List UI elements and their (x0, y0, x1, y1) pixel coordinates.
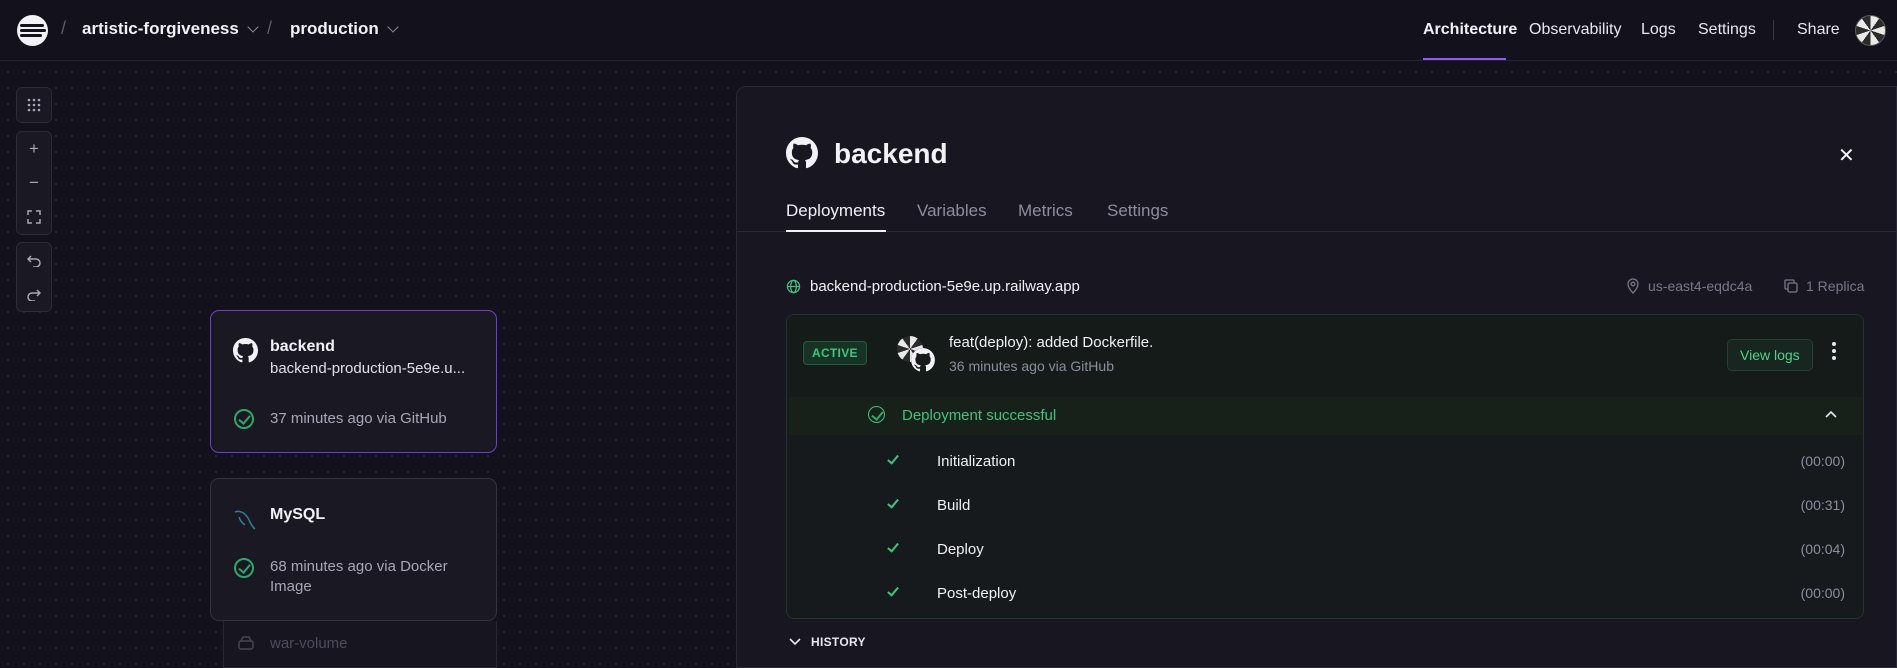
chevron-down-icon (789, 638, 801, 646)
step-duration: (00:00) (1800, 585, 1845, 601)
breadcrumb-separator: / (61, 18, 67, 38)
check-icon (887, 452, 899, 465)
service-name: MySQL (270, 506, 326, 523)
history-label: HISTORY (811, 635, 866, 649)
more-options-icon[interactable] (1832, 342, 1836, 363)
tab-metrics[interactable]: Metrics (1018, 201, 1073, 221)
step-name: Post-deploy (937, 585, 1017, 602)
copy-icon (1784, 279, 1798, 293)
region-info: us-east4-eqdc4a (1626, 278, 1752, 294)
deploy-step: Post-deploy (00:00) (787, 573, 1863, 617)
deploy-step: Build (00:31) (787, 485, 1863, 529)
zoom-out-button[interactable]: − (17, 166, 51, 200)
region-text: us-east4-eqdc4a (1648, 278, 1753, 294)
mysql-icon (234, 510, 256, 530)
success-check-icon (868, 406, 885, 423)
railway-logo-icon[interactable] (17, 15, 48, 46)
close-icon[interactable]: ✕ (1838, 143, 1855, 168)
nav-architecture[interactable]: Architecture (1423, 21, 1517, 39)
tab-settings[interactable]: Settings (1107, 201, 1168, 221)
zoom-in-button[interactable]: + (17, 132, 51, 166)
deployment-status: Deployment successful (902, 407, 1057, 424)
globe-icon (786, 279, 801, 294)
step-name: Initialization (937, 453, 1016, 470)
step-duration: (00:31) (1800, 497, 1845, 513)
nav-settings[interactable]: Settings (1698, 21, 1756, 39)
tab-variables[interactable]: Variables (917, 201, 987, 221)
step-duration: (00:00) (1800, 453, 1845, 469)
nav-logs[interactable]: Logs (1641, 21, 1676, 39)
replica-text: 1 Replica (1806, 278, 1865, 294)
step-duration: (00:04) (1800, 541, 1845, 557)
deployment-status-row[interactable]: Deployment successful (789, 397, 1863, 435)
nav-share[interactable]: Share (1797, 21, 1840, 39)
check-icon (887, 540, 899, 553)
commit-author-avatar (897, 336, 937, 372)
commit-message: feat(deploy): added Dockerfile. (949, 334, 1154, 351)
success-check-icon (234, 409, 254, 429)
nav-active-indicator (1423, 58, 1506, 60)
panel-tabs: Deployments Variables Metrics Settings (737, 201, 1897, 232)
environment-name: production (290, 19, 379, 38)
service-details-panel: backend ✕ Deployments Variables Metrics … (736, 86, 1897, 668)
service-url[interactable]: backend-production-5e9e.up.railway.app (786, 278, 1080, 295)
undo-icon[interactable] (17, 243, 51, 277)
service-domain: backend-production-5e9e.u... (270, 360, 466, 377)
user-avatar[interactable] (1855, 15, 1886, 46)
check-icon (887, 584, 899, 597)
history-toggle[interactable]: HISTORY (789, 635, 866, 649)
active-deployment: ACTIVE feat(deploy): added Dockerfile. 3… (786, 314, 1864, 619)
success-check-icon (234, 558, 254, 578)
chevron-down-icon (387, 21, 399, 33)
canvas-zoom-group: + − (16, 131, 52, 235)
canvas-history-group (16, 242, 52, 312)
step-name: Build (937, 497, 971, 514)
project-name: artistic-forgiveness (82, 19, 239, 38)
breadcrumb-separator: / (267, 18, 273, 38)
chevron-up-icon[interactable] (1825, 410, 1837, 418)
github-icon (233, 338, 258, 363)
top-bar: / artistic-forgiveness / production Arch… (0, 0, 1897, 61)
deploy-step: Deploy (00:04) (787, 529, 1863, 573)
service-card-mysql[interactable]: MySQL 68 minutes ago via Docker Image (210, 478, 497, 621)
deployment-header[interactable]: ACTIVE feat(deploy): added Dockerfile. 3… (787, 315, 1863, 394)
nav-divider (1773, 20, 1774, 40)
status-badge: ACTIVE (803, 341, 867, 365)
github-icon (786, 137, 818, 169)
location-pin-icon (1627, 278, 1639, 294)
deploy-step: Initialization (00:00) (787, 441, 1863, 485)
commit-meta: 36 minutes ago via GitHub (949, 358, 1114, 374)
panel-title: backend (834, 138, 948, 169)
environment-selector[interactable]: production (290, 19, 399, 39)
volume-name: war-volume (270, 635, 348, 652)
service-url-text: backend-production-5e9e.up.railway.app (810, 278, 1080, 295)
service-card-backend[interactable]: backend backend-production-5e9e.u... 37 … (210, 310, 497, 453)
canvas-layout-group (16, 87, 52, 123)
service-status: 68 minutes ago via Docker Image (270, 558, 448, 595)
redo-icon[interactable] (17, 277, 51, 311)
volume-icon (238, 636, 254, 650)
nav-observability[interactable]: Observability (1529, 21, 1621, 39)
view-logs-button[interactable]: View logs (1727, 339, 1813, 371)
step-name: Deploy (937, 541, 984, 558)
fit-view-icon[interactable] (17, 200, 51, 234)
service-name: backend (270, 338, 335, 355)
service-status: 37 minutes ago via GitHub (270, 410, 447, 427)
github-icon (911, 348, 935, 372)
chevron-down-icon (247, 21, 259, 33)
check-icon (887, 496, 899, 509)
volume-attachment[interactable]: war-volume (223, 621, 497, 668)
tab-active-indicator (786, 230, 886, 232)
grid-icon[interactable] (17, 88, 51, 122)
project-selector[interactable]: artistic-forgiveness (82, 19, 259, 39)
replica-info: 1 Replica (1784, 278, 1864, 294)
tab-deployments[interactable]: Deployments (786, 201, 885, 221)
